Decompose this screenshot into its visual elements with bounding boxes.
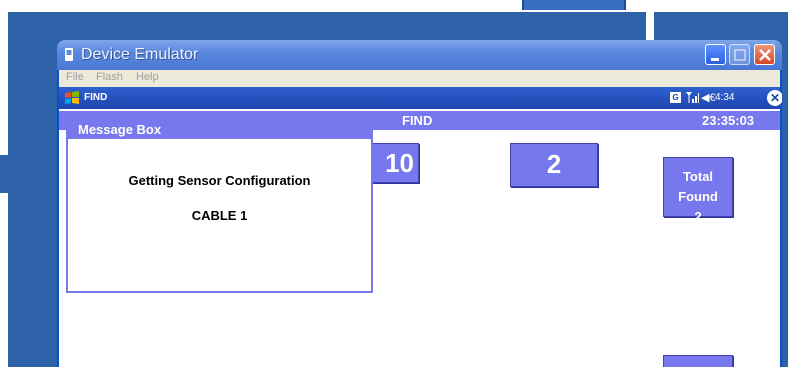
message-line-1: Getting Sensor Configuration <box>128 173 311 188</box>
emulator-app-icon[interactable] <box>62 47 76 62</box>
window-titlebar[interactable]: Device Emulator <box>57 40 782 70</box>
network-badge-icon[interactable]: G <box>670 92 681 103</box>
signal-icon[interactable] <box>686 91 699 106</box>
background-gap <box>646 0 654 40</box>
menu-file[interactable]: File <box>66 71 84 83</box>
minimize-button[interactable] <box>705 44 726 65</box>
bottom-tile[interactable] <box>663 355 733 367</box>
menu-help[interactable]: Help <box>136 71 159 83</box>
count-tile-left[interactable]: 10 <box>371 143 419 183</box>
device-taskbar: FIND G ◀€ 4:34 ✕ <box>59 87 782 109</box>
device-screen: FIND G ◀€ 4:34 ✕ FIND 23:35:03 10 2 Tota… <box>59 87 782 367</box>
message-box-title: Message Box <box>68 120 371 139</box>
window-title: Device Emulator <box>81 46 199 63</box>
device-app-name: FIND <box>84 92 108 103</box>
total-found-tile[interactable]: Total Found 2 <box>663 157 733 224</box>
message-line-2: CABLE 1 <box>191 208 248 223</box>
volume-icon[interactable]: ◀€ <box>701 91 716 104</box>
total-found-value: 2 <box>694 209 702 224</box>
close-icon[interactable]: ✕ <box>767 90 782 106</box>
menu-bar: File Flash Help <box>57 70 782 87</box>
device-time[interactable]: 4:34 <box>715 92 734 103</box>
count-tile-middle[interactable]: 2 <box>510 143 598 187</box>
windows-start-flag-icon[interactable] <box>63 90 81 106</box>
background-window-edge <box>522 0 626 10</box>
message-box: Message Box Getting Sensor Configuration… <box>66 118 373 293</box>
background-notch <box>0 155 8 193</box>
maximize-button[interactable] <box>729 44 750 65</box>
emulator-window: Device Emulator File Flash Help FIND G ◀… <box>57 40 782 367</box>
close-button[interactable] <box>754 44 775 65</box>
menu-flash[interactable]: Flash <box>96 71 123 83</box>
app-title: FIND <box>402 113 433 128</box>
app-clock: 23:35:03 <box>702 113 755 128</box>
total-found-label: Total Found <box>678 169 718 204</box>
